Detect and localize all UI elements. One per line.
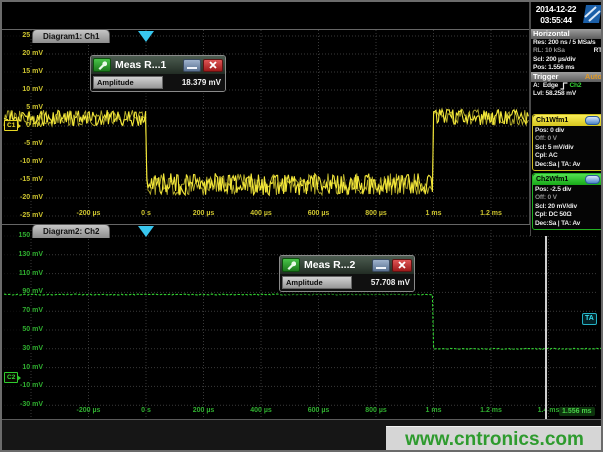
meas-result-dialog-1[interactable]: Meas R...1 Amplitude 18.379 mV	[90, 55, 226, 92]
close-icon	[398, 261, 406, 269]
meas-2-value: 57.708 mV	[352, 278, 412, 287]
wrench-icon	[286, 260, 296, 270]
meas-settings-button-1[interactable]	[93, 58, 111, 72]
trigger-position-marker-diagram2[interactable]	[138, 226, 154, 237]
ch2-position: Pos: -2.5 div	[533, 186, 603, 194]
realtime-flag: RT	[594, 47, 602, 55]
ch2-panel-header[interactable]: Ch2Wfm1	[533, 174, 603, 185]
ch2-waveform-panel[interactable]: Ch2Wfm1 Pos: -2.5 div Off: 0 V Scl: 20 m…	[532, 173, 603, 230]
trigger-position-marker-diagram1[interactable]	[138, 31, 154, 42]
ch1-coupling: Cpl: AC	[533, 152, 603, 160]
close-button-2[interactable]	[392, 259, 412, 272]
watermark-text: www.cntronics.com	[386, 426, 603, 452]
horizontal-record-length: RL: 10 kSa RT	[531, 47, 603, 55]
trigger-type-row: A: Edge Ch2	[531, 82, 603, 90]
meas-2-parameter[interactable]: Amplitude	[282, 276, 352, 289]
rohde-schwarz-logo	[583, 5, 602, 23]
ch1-waveform-panel[interactable]: Ch1Wfm1 Pos: 0 div Off: 0 V Scl: 5 mV/di…	[532, 114, 603, 171]
horizontal-panel-header: Horizontal	[531, 29, 603, 39]
ch1-decimation: Dec:Sa | TA: Av	[533, 161, 603, 169]
meas-result-dialog-2[interactable]: Meas R...2 Amplitude 57.708 mV	[279, 255, 415, 292]
oscilloscope-screen: 25 mV20 mV15 mV10 mV5 mV0 mV-5 mV-10 mV-…	[0, 0, 603, 452]
horizontal-resolution: Res: 200 ns / 5 MSa/s	[531, 39, 603, 47]
trigger-panel-header: Trigger Auto	[531, 72, 603, 82]
signal-indicator-icon	[585, 116, 600, 125]
meas-1-parameter[interactable]: Amplitude	[93, 76, 163, 89]
datetime: 2014-12-22 03:55:44	[531, 4, 581, 26]
meas-dialog-1-result-row: Amplitude 18.379 mV	[91, 74, 225, 91]
close-icon	[209, 61, 217, 69]
signal-indicator-icon	[585, 175, 600, 184]
meas-dialog-2-result-row: Amplitude 57.708 mV	[280, 274, 414, 291]
trigger-level: Lvl: 58.258 mV	[531, 90, 603, 98]
tab-diagram2[interactable]: Diagram2: Ch2	[32, 224, 110, 238]
ch1-panel-title: Ch1Wfm1	[536, 115, 568, 126]
tab-diagram1[interactable]: Diagram1: Ch1	[32, 29, 110, 43]
ch1-position: Pos: 0 div	[533, 127, 603, 135]
ch1-panel-header[interactable]: Ch1Wfm1	[533, 115, 603, 126]
ch2-decimation: Dec:Sa | TA: Av	[533, 220, 603, 228]
trigger-mode: Auto	[585, 72, 602, 82]
ch1-scale: Scl: 5 mV/div	[533, 144, 603, 152]
horizontal-position-label: 1.556 ms	[559, 407, 595, 416]
ch1wfm1-trace	[4, 110, 528, 196]
horizontal-panel[interactable]: Horizontal Res: 200 ns / 5 MSa/s RL: 10 …	[531, 29, 603, 73]
minimize-button-1[interactable]	[183, 59, 201, 72]
minimize-button-2[interactable]	[372, 259, 390, 272]
ch2wfm1-trace	[4, 294, 602, 349]
channel-marker-c1[interactable]: C1	[4, 120, 18, 131]
sidebar: 2014-12-22 03:55:44 Horizontal Res: 200 …	[530, 2, 603, 236]
time-label: 03:55:44	[531, 15, 581, 26]
ch1-offset: Off: 0 V	[533, 135, 603, 143]
horizontal-title: Horizontal	[533, 29, 570, 39]
date-label: 2014-12-22	[531, 4, 581, 15]
ch2-offset: Off: 0 V	[533, 194, 603, 202]
rising-edge-icon	[560, 82, 568, 90]
trigger-panel[interactable]: Trigger Auto A: Edge Ch2 Lvl: 58.258 mV	[531, 72, 603, 99]
ch2-scale: Scl: 20 mV/div	[533, 203, 603, 211]
meas-dialog-2-titlebar[interactable]: Meas R...2	[280, 256, 414, 274]
meas-dialog-2-title: Meas R...2	[302, 259, 370, 271]
trace-arithmetic-badge: TA	[582, 313, 597, 325]
trigger-title: Trigger	[533, 72, 558, 82]
trigger-source: Ch2	[569, 82, 581, 90]
meas-dialog-1-title: Meas R...1	[113, 59, 181, 71]
close-button-1[interactable]	[203, 59, 223, 72]
ch2-panel-title: Ch2Wfm1	[536, 174, 568, 185]
meas-1-value: 18.379 mV	[163, 78, 223, 87]
meas-settings-button-2[interactable]	[282, 258, 300, 272]
wrench-icon	[97, 60, 107, 70]
channel-marker-c2[interactable]: C2	[4, 372, 18, 383]
ch2-coupling: Cpl: DC 50Ω	[533, 211, 603, 219]
meas-dialog-1-titlebar[interactable]: Meas R...1	[91, 56, 225, 74]
horizontal-scale: Scl: 200 µs/div	[531, 56, 603, 64]
record-position-cursor[interactable]	[545, 230, 547, 419]
